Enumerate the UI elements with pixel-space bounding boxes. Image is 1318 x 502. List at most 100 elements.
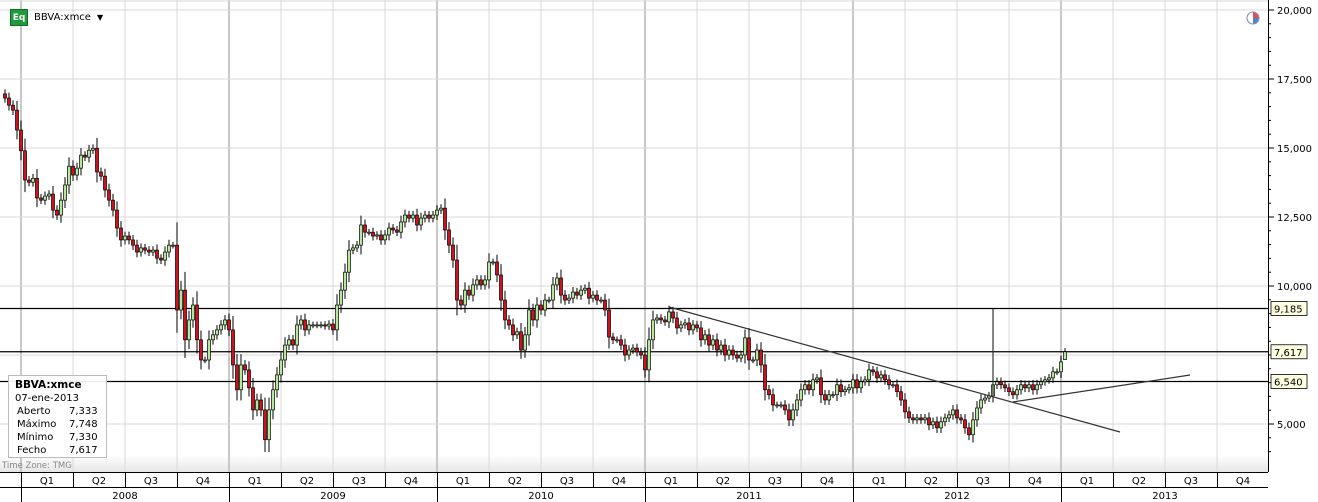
- quarter-label: Q3: [1184, 476, 1198, 487]
- info-row-low: Mínimo 7,330: [17, 432, 98, 443]
- candle-down: [407, 214, 411, 219]
- candle-down: [747, 337, 751, 361]
- candle-down: [783, 404, 787, 411]
- candle-up: [995, 381, 999, 386]
- candle-up: [1043, 379, 1047, 383]
- candle-up: [679, 324, 683, 329]
- candle-down: [807, 384, 811, 391]
- candle-up: [547, 299, 551, 302]
- candle-up: [271, 389, 275, 411]
- candle-up: [971, 419, 975, 436]
- info-row-high: Máximo 7,748: [17, 419, 98, 430]
- candle-down: [55, 209, 59, 216]
- y-tick-label: 5,000: [1277, 420, 1306, 431]
- candle-down: [787, 409, 791, 421]
- candle-down: [819, 377, 823, 396]
- candle-down: [563, 294, 567, 301]
- candle-down: [839, 384, 843, 393]
- candle-up: [567, 297, 571, 301]
- candle-down: [83, 154, 87, 158]
- candle-up: [851, 379, 855, 389]
- price-marker-label: 7,617: [1274, 348, 1303, 359]
- candle-up: [843, 389, 847, 393]
- candle-up: [283, 344, 287, 361]
- candle-up: [779, 404, 783, 407]
- candle-up: [655, 317, 659, 321]
- candle-down: [771, 394, 775, 406]
- candle-up: [775, 404, 779, 407]
- symbol-header[interactable]: Eq BBVA:xmce ▼: [10, 9, 103, 26]
- candle-up: [647, 339, 651, 371]
- candle-up: [1051, 371, 1055, 379]
- candle-down: [607, 309, 611, 338]
- candle-down: [715, 339, 719, 351]
- candle-up: [651, 319, 655, 341]
- candle-up: [367, 231, 371, 234]
- candle-down: [587, 287, 591, 299]
- candle-up: [847, 387, 851, 391]
- y-tick-label: 17,500: [1277, 75, 1312, 86]
- caret-down-icon[interactable]: ▼: [97, 13, 103, 22]
- candle-up: [171, 244, 175, 247]
- candle-down: [955, 409, 959, 419]
- quarter-label: Q3: [976, 476, 990, 487]
- candlestick-chart[interactable]: 20,000 17,500 15,000 12,500 10,000 5,000 9,185…: [0, 0, 1318, 502]
- candle-up: [527, 309, 531, 336]
- candle-up: [67, 165, 71, 186]
- candle-down: [967, 427, 971, 436]
- candle-down: [911, 417, 915, 421]
- candle-down: [883, 374, 887, 381]
- candle-up: [219, 324, 223, 331]
- candle-up: [743, 337, 747, 356]
- candle-down: [635, 347, 639, 353]
- quarter-label: Q2: [716, 476, 730, 487]
- candle-up: [827, 394, 831, 401]
- candle-down: [595, 294, 599, 301]
- candle-up: [471, 284, 475, 296]
- candle-up: [863, 379, 867, 383]
- candle-up: [627, 349, 631, 356]
- candle-down: [899, 391, 903, 401]
- candle-down: [963, 419, 967, 429]
- candle-up: [275, 374, 279, 391]
- symbol-label: BBVA:xmce: [34, 12, 91, 23]
- candle-down: [127, 235, 131, 241]
- candle-down: [907, 411, 911, 419]
- year-label: 2008: [112, 491, 137, 502]
- candle-down: [199, 339, 203, 361]
- candle-down: [919, 417, 923, 421]
- candle-down: [479, 279, 483, 286]
- candle-up: [327, 323, 331, 327]
- candle-up: [31, 178, 35, 183]
- year-label: 2009: [320, 491, 345, 502]
- quarter-label: Q4: [196, 476, 210, 487]
- clock-icon[interactable]: [1246, 11, 1260, 25]
- candle-down: [143, 247, 147, 251]
- candle-up: [803, 384, 807, 391]
- plot-area: [0, 0, 1268, 472]
- candle-up: [403, 214, 407, 223]
- quarter-label: Q1: [456, 476, 470, 487]
- candle-up: [943, 417, 947, 423]
- candle-up: [203, 359, 207, 362]
- candle-down: [531, 309, 535, 321]
- candle-up: [299, 319, 303, 326]
- y-axis: 20,000 17,500 15,000 12,500 10,000 5,000 9,185…: [1268, 0, 1318, 502]
- candle-up: [939, 421, 943, 429]
- candle-up: [811, 379, 815, 391]
- candle-up: [615, 339, 619, 342]
- candle-up: [815, 377, 819, 381]
- candle-up: [491, 261, 495, 264]
- candle-down: [7, 97, 11, 106]
- candle-down: [823, 394, 827, 401]
- quarter-label: Q4: [1028, 476, 1042, 487]
- candle-down: [331, 323, 335, 331]
- candle-up: [1059, 361, 1063, 373]
- candle-up: [667, 311, 671, 323]
- quarter-label: Q4: [820, 476, 834, 487]
- candle-down: [175, 244, 179, 311]
- candle-up: [355, 244, 359, 249]
- candle-down: [763, 364, 767, 391]
- candle-up: [207, 339, 211, 361]
- y-tick-label: 10,000: [1277, 282, 1312, 293]
